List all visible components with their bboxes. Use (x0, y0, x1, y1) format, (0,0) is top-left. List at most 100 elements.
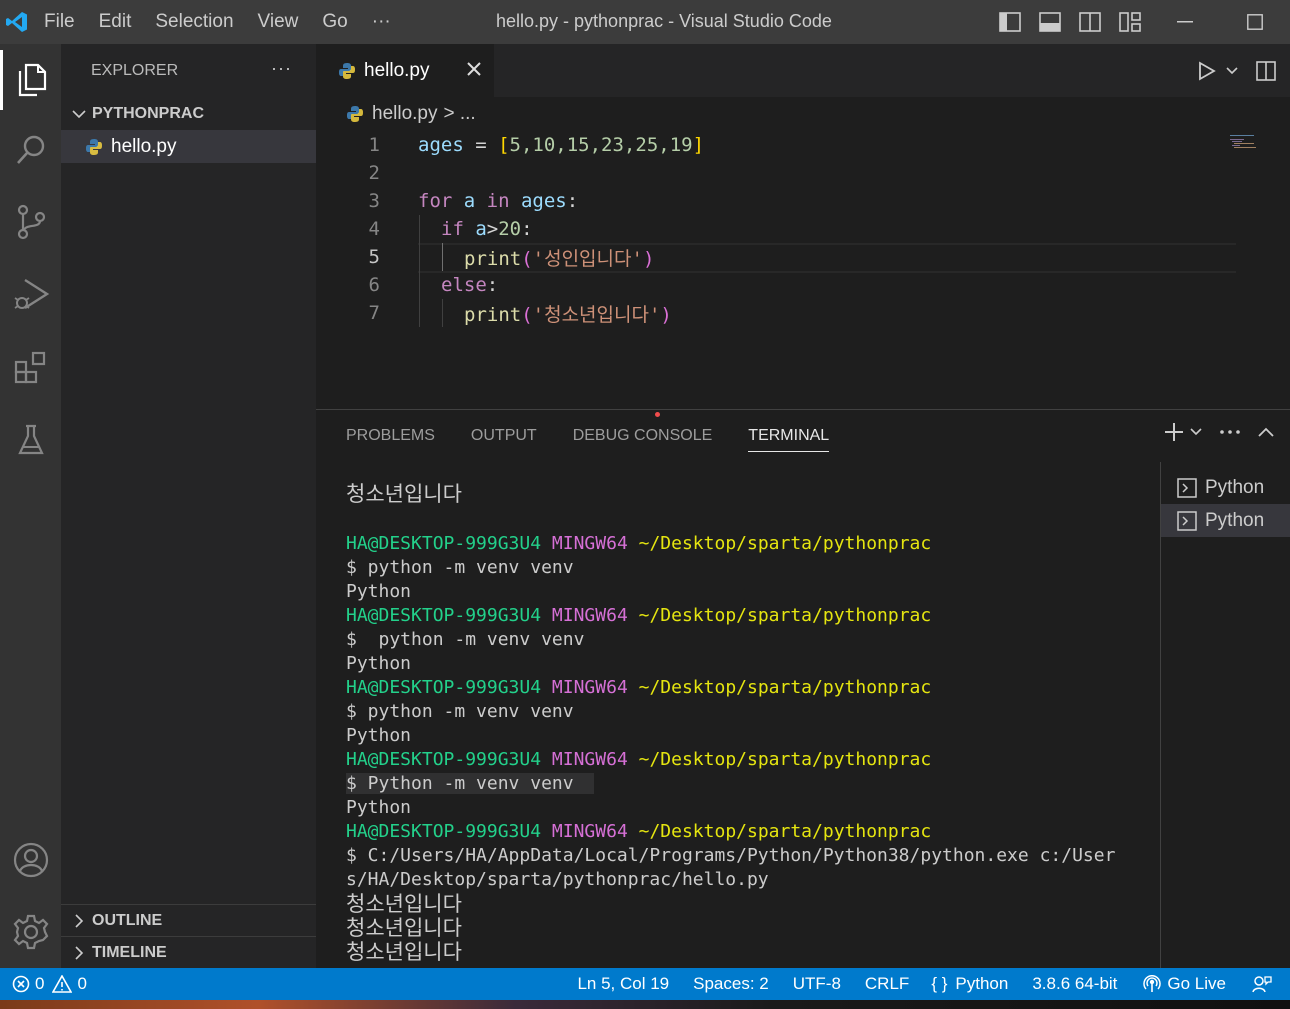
close-icon[interactable] (466, 57, 482, 83)
code-line: 6 else: (316, 271, 1236, 299)
prompt-env: MINGW64 (551, 821, 628, 842)
panel-more-icon[interactable] (1220, 430, 1240, 434)
prompt-user: HA@DESKTOP-999G3U4 (346, 605, 542, 626)
code-line: 1 ages = [5,10,15,23,25,19] (316, 131, 1236, 159)
indentation[interactable]: Spaces: 2 (693, 968, 769, 1000)
prompt-path: ~/Desktop/sparta/pythonprac (638, 821, 932, 842)
tab-problems[interactable]: PROBLEMS (346, 410, 435, 462)
code-token: 20 (498, 218, 522, 240)
source-control-icon[interactable] (0, 192, 61, 252)
tab-terminal[interactable]: TERMINAL (748, 410, 829, 462)
menu-view[interactable]: View (258, 11, 299, 33)
tab-hello-py[interactable]: hello.py (316, 44, 494, 97)
error-icon (12, 975, 30, 993)
outline-section[interactable]: OUTLINE (61, 904, 316, 936)
minimize-icon[interactable] (1150, 0, 1220, 44)
folder-label: PYTHONPRAC (92, 105, 205, 122)
language-label: Python (955, 974, 1009, 993)
editor-actions (1192, 44, 1290, 97)
broadcast-icon (1143, 975, 1162, 993)
manage-gear-icon[interactable] (0, 902, 61, 962)
accounts-icon[interactable] (0, 830, 61, 890)
run-debug-icon[interactable] (0, 264, 61, 324)
tab-debug-console[interactable]: DEBUG CONSOLE (573, 410, 713, 462)
toggle-sidebar-icon[interactable] (990, 0, 1030, 44)
code-line: 7 print('청소년입니다') (316, 299, 1236, 327)
toggle-panel-icon[interactable] (1030, 0, 1070, 44)
chevron-right-icon (69, 945, 89, 960)
run-dropdown-chevron-icon[interactable] (1222, 66, 1242, 75)
menu-more[interactable]: ··· (372, 11, 391, 33)
feedback-icon[interactable] (1252, 968, 1272, 1000)
explorer-icon[interactable] (0, 50, 61, 110)
terminal-output[interactable]: 청소년입니다 HA@DESKTOP-999G3U4 MINGW64 ~/Desk… (346, 482, 1115, 964)
language-mode[interactable]: { } Python (931, 968, 1008, 1000)
status-bar: 0 0 Ln 5, Col 19 Spaces: 2 UTF-8 CRLF { … (0, 968, 1290, 1000)
terminal-prompt: HA@DESKTOP-999G3U4 MINGW64 ~/Desktop/spa… (346, 532, 1115, 556)
maximize-panel-chevron-up-icon[interactable] (1258, 427, 1274, 437)
breadcrumb-symbols[interactable]: > ... (444, 103, 476, 125)
timeline-section[interactable]: TIMELINE (61, 936, 316, 968)
customize-layout-icon[interactable] (1110, 0, 1150, 44)
code-token: ) (660, 303, 672, 326)
python-interpreter[interactable]: 3.8.6 64-bit (1032, 968, 1117, 1000)
prompt-user: HA@DESKTOP-999G3U4 (346, 677, 542, 698)
vscode-logo-icon (0, 0, 34, 44)
error-count: 0 (35, 974, 45, 993)
line-number: 1 (368, 134, 380, 156)
tab-output[interactable]: OUTPUT (471, 410, 537, 462)
menu-edit[interactable]: Edit (99, 11, 132, 33)
code-token: ages (418, 134, 464, 156)
maximize-icon[interactable] (1220, 0, 1290, 44)
code-text: for a in ages: (418, 190, 578, 212)
terminal-line: Python (346, 653, 412, 674)
toggle-secondary-sidebar-icon[interactable] (1070, 0, 1110, 44)
terminal-instance[interactable]: Python (1161, 471, 1290, 504)
braces-icon: { } (931, 974, 948, 993)
line-number: 3 (368, 190, 380, 212)
split-editor-icon[interactable] (1242, 60, 1290, 81)
code-line-current: 5 print('성인입니다') (316, 243, 1236, 271)
code-token: : (566, 190, 579, 212)
new-terminal-plus-icon[interactable] (1164, 422, 1184, 442)
tab-label: hello.py (364, 59, 430, 81)
code-token: '성인입니다' (532, 247, 643, 270)
end-of-line[interactable]: CRLF (865, 968, 909, 1000)
terminal-line: 청소년입니다 (346, 940, 462, 964)
folder-pythonprac[interactable]: PYTHONPRAC (61, 98, 316, 130)
search-icon[interactable] (0, 120, 61, 180)
terminal-instance-label: Python (1205, 509, 1265, 531)
file-hello-py[interactable]: hello.py (61, 130, 316, 163)
explorer-more-icon[interactable]: ··· (271, 58, 292, 79)
menu-selection[interactable]: Selection (155, 11, 233, 33)
code-text: print('청소년입니다') (464, 300, 672, 327)
run-python-file-icon[interactable] (1192, 60, 1222, 81)
prompt-env: MINGW64 (551, 749, 628, 770)
menu-go[interactable]: Go (322, 11, 347, 33)
terminal-instance-active[interactable]: Python (1161, 504, 1290, 537)
warning-icon (52, 975, 73, 993)
code-editor[interactable]: 1 ages = [5,10,15,23,25,19] 2 3 for a in… (316, 131, 1290, 409)
code-text: ages = [5,10,15,23,25,19] (418, 134, 704, 156)
terminal-instance-label: Python (1205, 476, 1265, 498)
cursor-position[interactable]: Ln 5, Col 19 (577, 968, 669, 1000)
code-text: else: (441, 274, 498, 296)
panel-tabs: PROBLEMS OUTPUT DEBUG CONSOLE TERMINAL (316, 410, 865, 462)
code-token: ( (521, 303, 533, 326)
prompt-env: MINGW64 (551, 605, 628, 626)
terminal-selected-text: $ Python -m venv venv (346, 773, 594, 794)
extensions-icon[interactable] (0, 338, 61, 398)
python-file-icon (85, 138, 103, 156)
testing-flask-icon[interactable] (0, 410, 61, 470)
encoding[interactable]: UTF-8 (793, 968, 841, 1000)
terminal-dropdown-chevron-icon[interactable] (1190, 428, 1202, 436)
problems-status[interactable]: 0 0 (12, 968, 87, 1000)
menu-file[interactable]: File (44, 11, 75, 33)
go-live-button[interactable]: Go Live (1143, 968, 1226, 1000)
prompt-env: MINGW64 (551, 677, 628, 698)
prompt-env: MINGW64 (551, 533, 628, 554)
code-token: = (463, 134, 499, 156)
breadcrumb-file[interactable]: hello.py (372, 103, 438, 125)
code-text: print('성인입니다') (464, 244, 654, 271)
terminal-prompt: HA@DESKTOP-999G3U4 MINGW64 ~/Desktop/spa… (346, 820, 1115, 844)
